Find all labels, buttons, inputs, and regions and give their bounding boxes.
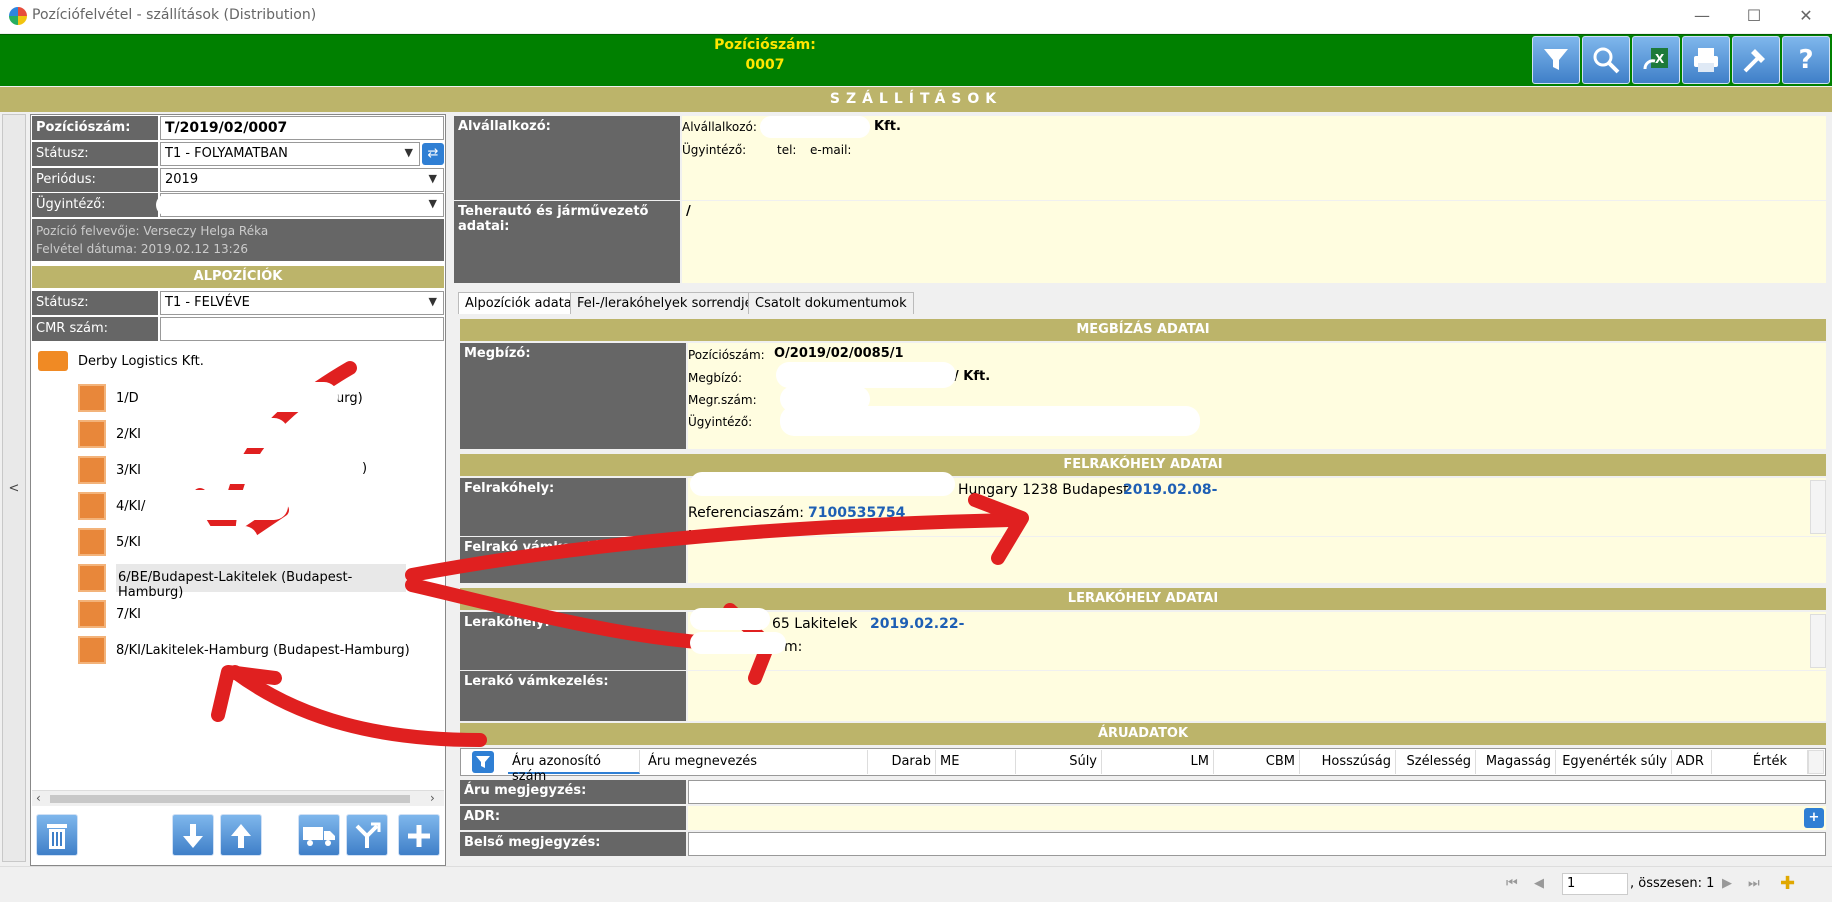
redaction — [148, 382, 338, 412]
redaction — [148, 418, 288, 448]
redaction — [148, 526, 258, 556]
redaction — [148, 490, 288, 520]
redaction — [760, 116, 870, 138]
redaction — [148, 600, 398, 630]
redaction — [690, 608, 770, 630]
redaction — [156, 194, 291, 216]
redaction — [776, 362, 956, 388]
redaction — [690, 632, 786, 654]
arrow-curve-2 — [405, 513, 1017, 582]
annotation-arrows — [193, 361, 1029, 747]
redaction — [148, 454, 298, 484]
redaction — [690, 472, 955, 496]
redaction — [780, 406, 1200, 436]
arrow-head-2 — [968, 493, 1029, 565]
